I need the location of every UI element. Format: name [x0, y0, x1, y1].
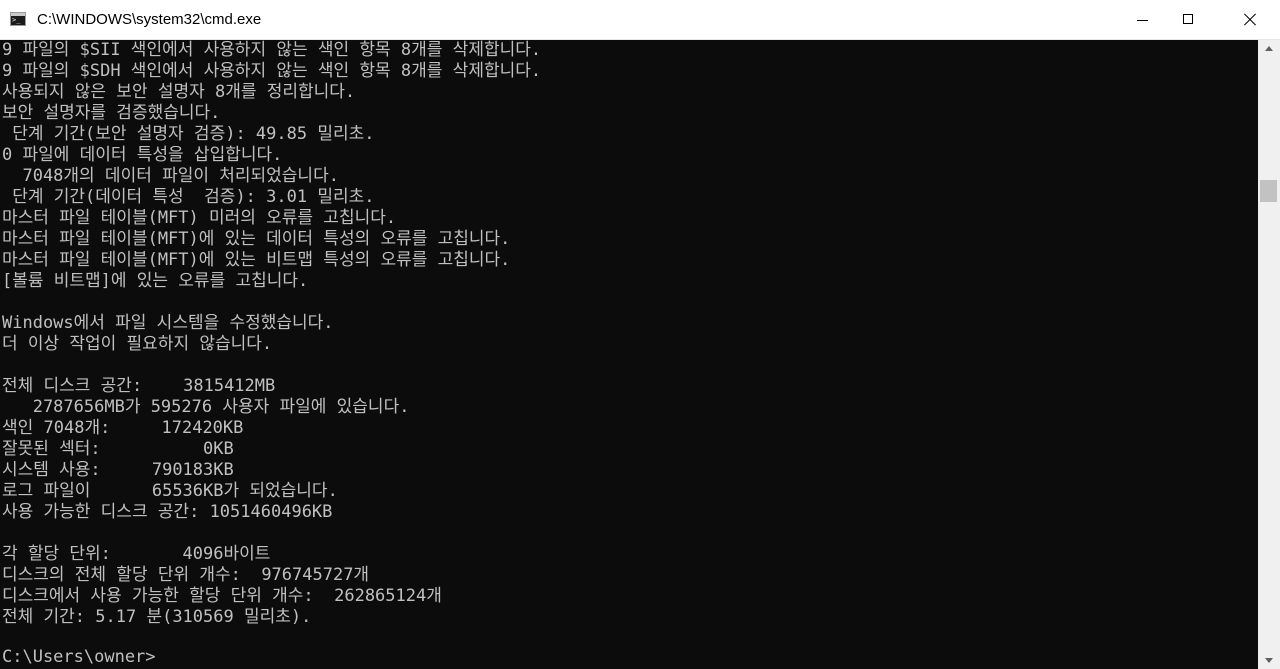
- console-line: 단계 기간(데이터 특성 검증): 3.01 밀리초.: [2, 187, 375, 207]
- console-line: 디스크의 전체 할당 단위 개수: 976745727개: [2, 565, 370, 585]
- console-line: 9 파일의 $SDH 색인에서 사용하지 않는 색인 항목 8개를 삭제합니다.: [2, 61, 542, 81]
- console-line: Windows에서 파일 시스템을 수정했습니다.: [2, 313, 334, 333]
- console-line: 2787656MB가 595276 사용자 파일에 있습니다.: [2, 397, 410, 417]
- console-line: 마스터 파일 테이블(MFT)에 있는 비트맵 특성의 오류를 고칩니다.: [2, 250, 511, 270]
- console-line: 각 할당 단위: 4096바이트: [2, 544, 271, 564]
- window-title: C:\WINDOWS\system32\cmd.exe: [37, 11, 262, 28]
- scroll-up-arrow-icon[interactable]: [1258, 40, 1280, 57]
- console-line: 사용 가능한 디스크 공간: 1051460496KB: [2, 502, 333, 522]
- console-line: 전체 기간: 5.17 분(310569 밀리초).: [2, 607, 312, 627]
- scroll-thumb[interactable]: [1260, 180, 1277, 202]
- title-bar[interactable]: C:\WINDOWS\system32\cmd.exe: [0, 0, 1280, 40]
- scroll-down-arrow-icon[interactable]: [1258, 652, 1280, 669]
- console-line: 디스크에서 사용 가능한 할당 단위 개수: 262865124개: [2, 586, 442, 606]
- console-line: 마스터 파일 테이블(MFT) 미러의 오류를 고칩니다.: [2, 208, 397, 228]
- cmd-window: C:\WINDOWS\system32\cmd.exe 9 파일의 $SII 색…: [0, 0, 1280, 669]
- console-output[interactable]: 9 파일의 $SII 색인에서 사용하지 않는 색인 항목 8개를 삭제합니다.…: [0, 40, 1258, 669]
- console-line: 마스터 파일 테이블(MFT)에 있는 데이터 특성의 오류를 고칩니다.: [2, 229, 511, 249]
- console-line: 전체 디스크 공간: 3815412MB: [2, 376, 276, 396]
- console-line: 더 이상 작업이 필요하지 않습니다.: [2, 334, 273, 354]
- vertical-scrollbar[interactable]: [1258, 40, 1280, 669]
- cmd-icon[interactable]: [10, 12, 26, 26]
- console-line: 색인 7048개: 172420KB: [2, 418, 244, 438]
- console-line: 9 파일의 $SII 색인에서 사용하지 않는 색인 항목 8개를 삭제합니다.: [2, 40, 542, 60]
- console-line: 단계 기간(보안 설명자 검증): 49.85 밀리초.: [2, 124, 375, 144]
- minimize-button[interactable]: [1119, 0, 1165, 40]
- console-line: [볼륨 비트맵]에 있는 오류를 고칩니다.: [2, 271, 309, 291]
- close-button[interactable]: [1225, 0, 1280, 40]
- command-prompt[interactable]: C:\Users\owner>: [2, 647, 156, 668]
- console-line: 로그 파일이 65536KB가 되었습니다.: [2, 481, 338, 501]
- console-line: 0 파일에 데이터 특성을 삽입합니다.: [2, 145, 283, 165]
- console-line: 사용되지 않은 보안 설명자 8개를 정리합니다.: [2, 82, 356, 102]
- maximize-button[interactable]: [1165, 0, 1211, 40]
- console-line: 보안 설명자를 검증했습니다.: [2, 103, 221, 123]
- console-line: 시스템 사용: 790183KB: [2, 460, 234, 480]
- console-line: 잘못된 섹터: 0KB: [2, 439, 234, 459]
- console-line: 7048개의 데이터 파일이 처리되었습니다.: [2, 166, 339, 186]
